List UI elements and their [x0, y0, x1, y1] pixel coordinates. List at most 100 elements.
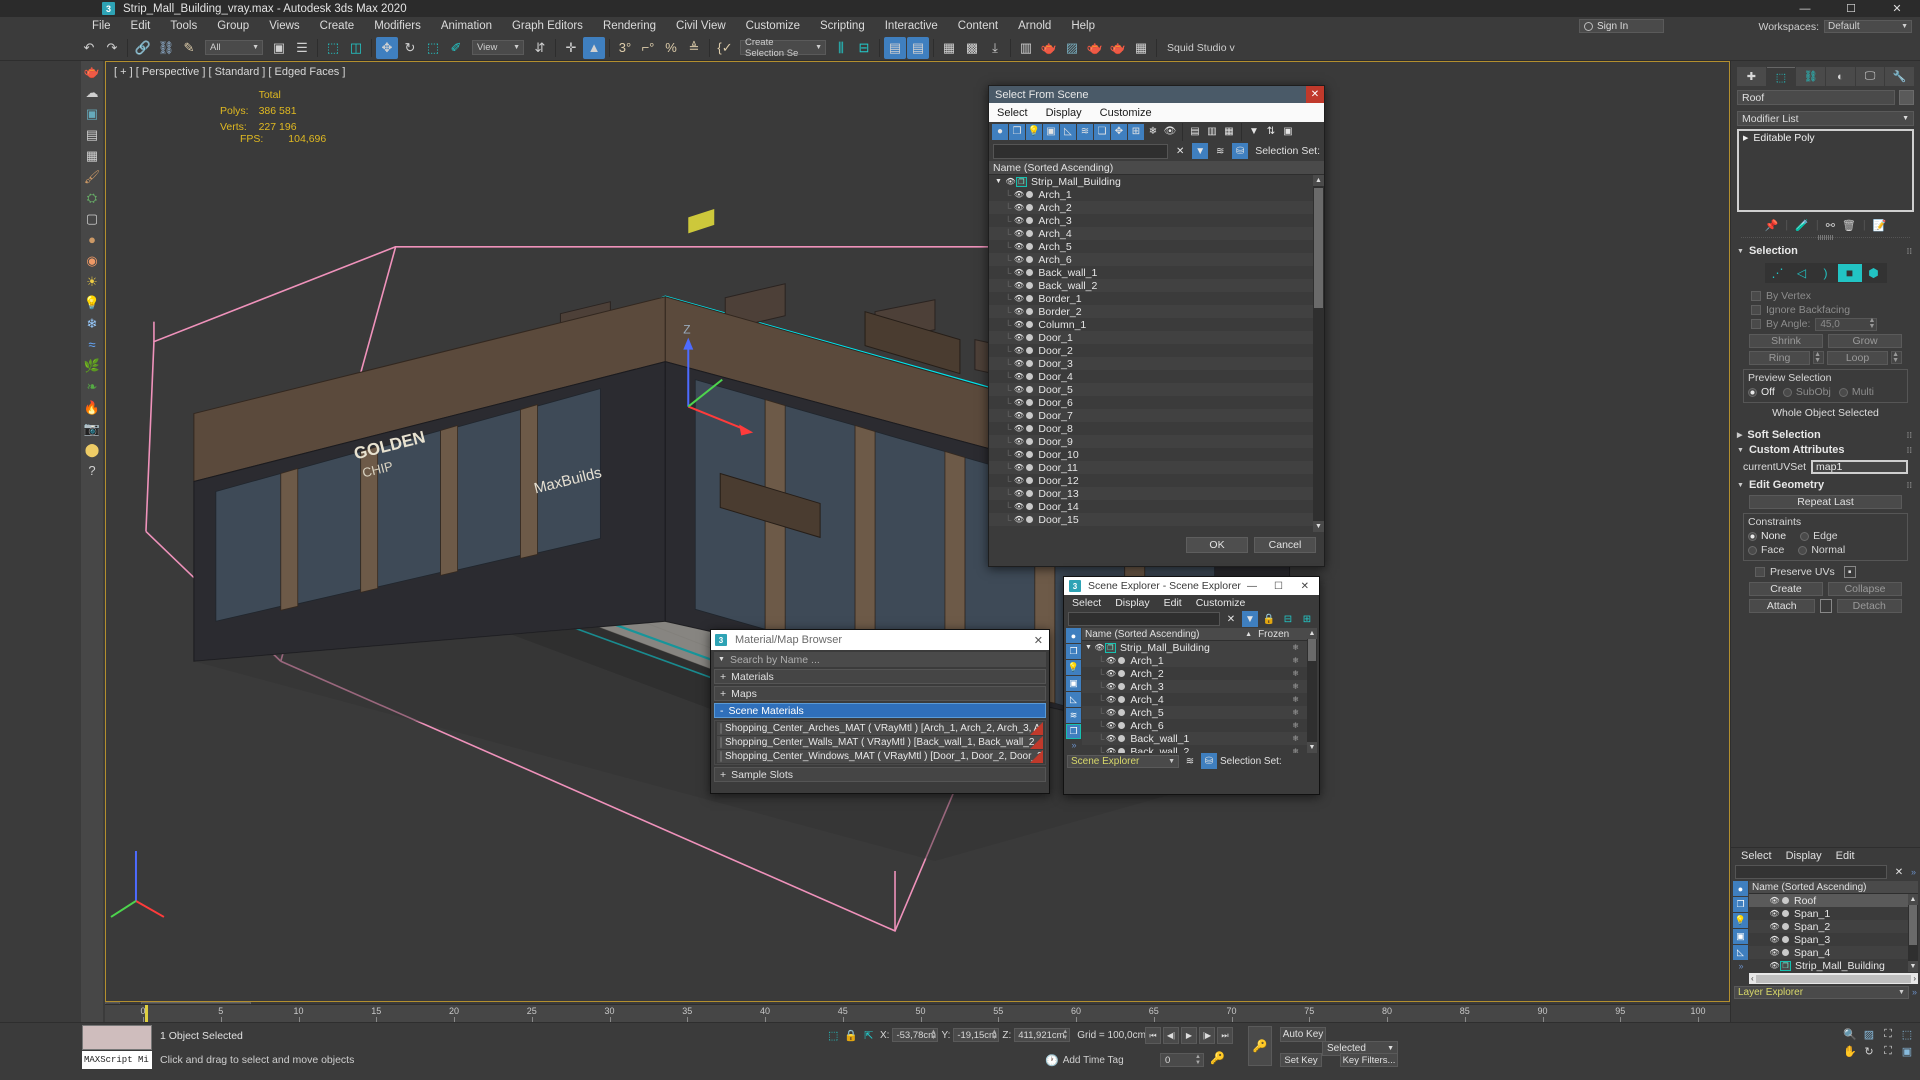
fire-icon[interactable]: 🔥 [83, 398, 102, 417]
object-color-dot-icon[interactable] [1024, 204, 1034, 212]
visibility-eye-icon[interactable]: 👁 [1005, 177, 1016, 186]
preserve-uvs-settings-icon[interactable]: ▪ [1843, 566, 1856, 578]
unlink-selection-icon[interactable]: ⛓ [155, 37, 177, 59]
spinner-snap-toggle-icon[interactable]: ⌐° [637, 37, 659, 59]
frozen-snowflake-icon[interactable]: ❄ [1292, 669, 1299, 678]
circle-icon[interactable]: ◉ [83, 251, 102, 270]
absolute-relative-toggle-icon[interactable]: ⇱ [864, 1029, 873, 1042]
scroll-down-icon[interactable]: ▼ [1307, 742, 1317, 753]
tree-row[interactable]: └ 👁 Arch_6 [989, 253, 1324, 266]
visibility-eye-icon[interactable]: 👁 [1769, 896, 1780, 905]
spinner-arrows-icon[interactable]: ▲ ▼ [1814, 351, 1821, 364]
visibility-eye-icon[interactable]: 👁 [1013, 411, 1024, 420]
maxscript-mini-listener[interactable]: MAXScript Mi [82, 1051, 152, 1069]
object-color-dot-icon[interactable] [1024, 217, 1034, 225]
se-tree-row[interactable]: └ 👁 Arch_5 ❄ [1082, 706, 1317, 719]
mmb-group-header[interactable]: + Maps [714, 686, 1046, 701]
menu-item-customize[interactable]: Customize [736, 17, 810, 35]
object-color-dot-icon[interactable] [1024, 399, 1034, 407]
more-options-icon[interactable]: » [1912, 987, 1917, 997]
object-color-dot-icon[interactable] [1116, 657, 1126, 665]
perspective-viewport[interactable]: GOLDEN CHIP MaxBuilds Z [+] [Perspect… [105, 61, 1730, 1002]
collapse-all-icon[interactable]: ▦ [1221, 124, 1237, 140]
filter-helpers-icon[interactable]: ◺ [1060, 123, 1076, 140]
object-color-dot-icon[interactable] [1024, 334, 1034, 342]
select-by-name-icon[interactable]: ☰ [291, 37, 313, 59]
window-crossing-icon[interactable]: ◫ [345, 37, 367, 59]
minimize-button[interactable]: — [1782, 0, 1828, 17]
help-icon[interactable]: ? [83, 461, 102, 480]
render-setup-icon[interactable]: 🫖 [1038, 37, 1060, 59]
expand-all-icon[interactable]: ▥ [1204, 124, 1220, 140]
filter-funnel-icon[interactable]: ▼ [1192, 143, 1209, 159]
selection-set-icon[interactable]: ⛁ [1232, 143, 1249, 159]
more-options-icon[interactable]: » [1911, 867, 1916, 877]
preserve-uvs-checkbox[interactable] [1755, 567, 1765, 577]
loop-spinner[interactable]: ▲ ▼ [1891, 351, 1902, 364]
se-tree-row[interactable]: └ 👁 Arch_1 ❄ [1082, 654, 1317, 667]
rollout-selection-header[interactable]: ▼ Selection ⁞⁞ [1737, 244, 1914, 258]
be-scrollbar-v[interactable]: ▲ ▼ [1908, 894, 1918, 972]
teapot-icon[interactable]: 🫖 [83, 62, 102, 81]
timeline-ruler[interactable]: 0 5 10 15 20 25 30 35 40 45 50 55 60 65 70 75 80 85 90 95 10… [105, 1004, 1730, 1022]
use-pivot-point-center-icon[interactable]: ⇵ [529, 37, 551, 59]
se-tree-row[interactable]: └ 👁 Arch_4 ❄ [1082, 693, 1317, 706]
visibility-eye-icon[interactable]: 👁 [1013, 268, 1024, 277]
se-col-frozen[interactable]: Frozen [1255, 629, 1307, 640]
filter-shapes-icon[interactable]: ❐ [1066, 644, 1081, 659]
tree-row[interactable]: └ 👁 Door_13 [989, 487, 1324, 500]
filter-helpers-icon[interactable]: ◺ [1733, 945, 1748, 960]
object-color-dot-icon[interactable] [1024, 464, 1034, 472]
render-iterative-icon[interactable]: 🫖 [1107, 37, 1129, 59]
constraint-none-radio[interactable]: None [1748, 530, 1786, 542]
object-color-dot-icon[interactable] [1024, 243, 1034, 251]
modifier-stack-item-editable-poly[interactable]: ▶ Editable Poly [1739, 131, 1912, 144]
filter-geometry-icon[interactable]: ● [1733, 881, 1748, 896]
expand-triangle-icon[interactable]: ▶ [1743, 134, 1748, 142]
spinner-arrows-icon[interactable]: ▲ ▼ [1062, 1029, 1068, 1041]
visibility-eye-icon[interactable]: 👁 [1105, 656, 1116, 665]
configure-modifier-sets-icon[interactable]: 📝 [1873, 219, 1887, 232]
cloud-icon[interactable]: ☁ [83, 83, 102, 102]
se-scrollbar[interactable]: ▲ ▼ [1307, 628, 1317, 753]
detach-button[interactable]: Detach [1836, 599, 1902, 613]
visibility-eye-icon[interactable]: 👁 [1105, 708, 1116, 717]
x-field[interactable]: -53,78cm ▲ ▼ [892, 1028, 939, 1042]
lock-icon[interactable]: 🔒 [844, 1029, 858, 1042]
menu-item-rendering[interactable]: Rendering [593, 17, 666, 35]
object-color-dot-icon[interactable] [1024, 230, 1034, 238]
preserve-uvs-row[interactable]: Preserve UVs ▪ [1741, 565, 1910, 579]
mirror-icon[interactable]: ≜ [683, 37, 705, 59]
spinner-arrows-icon[interactable]: ▲ ▼ [931, 1029, 937, 1041]
tree-icon[interactable]: ⛭ [83, 188, 102, 207]
close-icon[interactable]: ✕ [1306, 86, 1324, 103]
menu-item-tools[interactable]: Tools [160, 17, 207, 35]
zoom-extents-icon[interactable]: ⛶ [1881, 1027, 1895, 1041]
visibility-eye-icon[interactable]: 👁 [1105, 734, 1116, 743]
be-menu-display[interactable]: Display [1786, 850, 1822, 862]
constraint-edge-radio[interactable]: Edge [1800, 530, 1838, 542]
constraint-normal-radio[interactable]: Normal [1798, 544, 1845, 556]
filter-geometry-icon[interactable]: ● [992, 123, 1008, 140]
frozen-snowflake-icon[interactable]: ❄ [1292, 721, 1299, 730]
object-color-dot-icon[interactable] [1024, 451, 1034, 459]
zoom-all-icon[interactable]: ▨ [1862, 1027, 1876, 1041]
menu-item-graph-editors[interactable]: Graph Editors [502, 17, 593, 35]
scroll-left-icon[interactable]: ‹ [1751, 974, 1754, 983]
menu-item-file[interactable]: File [82, 17, 121, 35]
be-tree[interactable]: Name (Sorted Ascending) 👁 Roof 👁 Span_1 👁 Spa… [1749, 881, 1918, 984]
se-menu-select[interactable]: Select [1072, 597, 1101, 609]
object-color-dot-icon[interactable] [1116, 735, 1126, 743]
snowflake-icon[interactable]: ❄ [83, 314, 102, 333]
find-icon[interactable]: ▼ [1246, 124, 1262, 140]
selection-filter-combo[interactable]: All ▼ [205, 40, 263, 55]
image-icon[interactable]: ▣ [83, 104, 102, 123]
lock-icon[interactable]: 🔒 [1261, 611, 1277, 627]
repeat-last-button[interactable]: Repeat Last [1749, 495, 1902, 509]
object-color-dot-icon[interactable] [1116, 722, 1126, 730]
visibility-eye-icon[interactable]: 👁 [1013, 216, 1024, 225]
pin-stack-icon[interactable]: 📌 [1765, 219, 1779, 232]
maximize-viewport-icon[interactable]: ⛶ [1881, 1044, 1895, 1058]
se-tree-row[interactable]: └ 👁 Arch_2 ❄ [1082, 667, 1317, 680]
tab-motion[interactable]: ◐ [1826, 67, 1855, 86]
